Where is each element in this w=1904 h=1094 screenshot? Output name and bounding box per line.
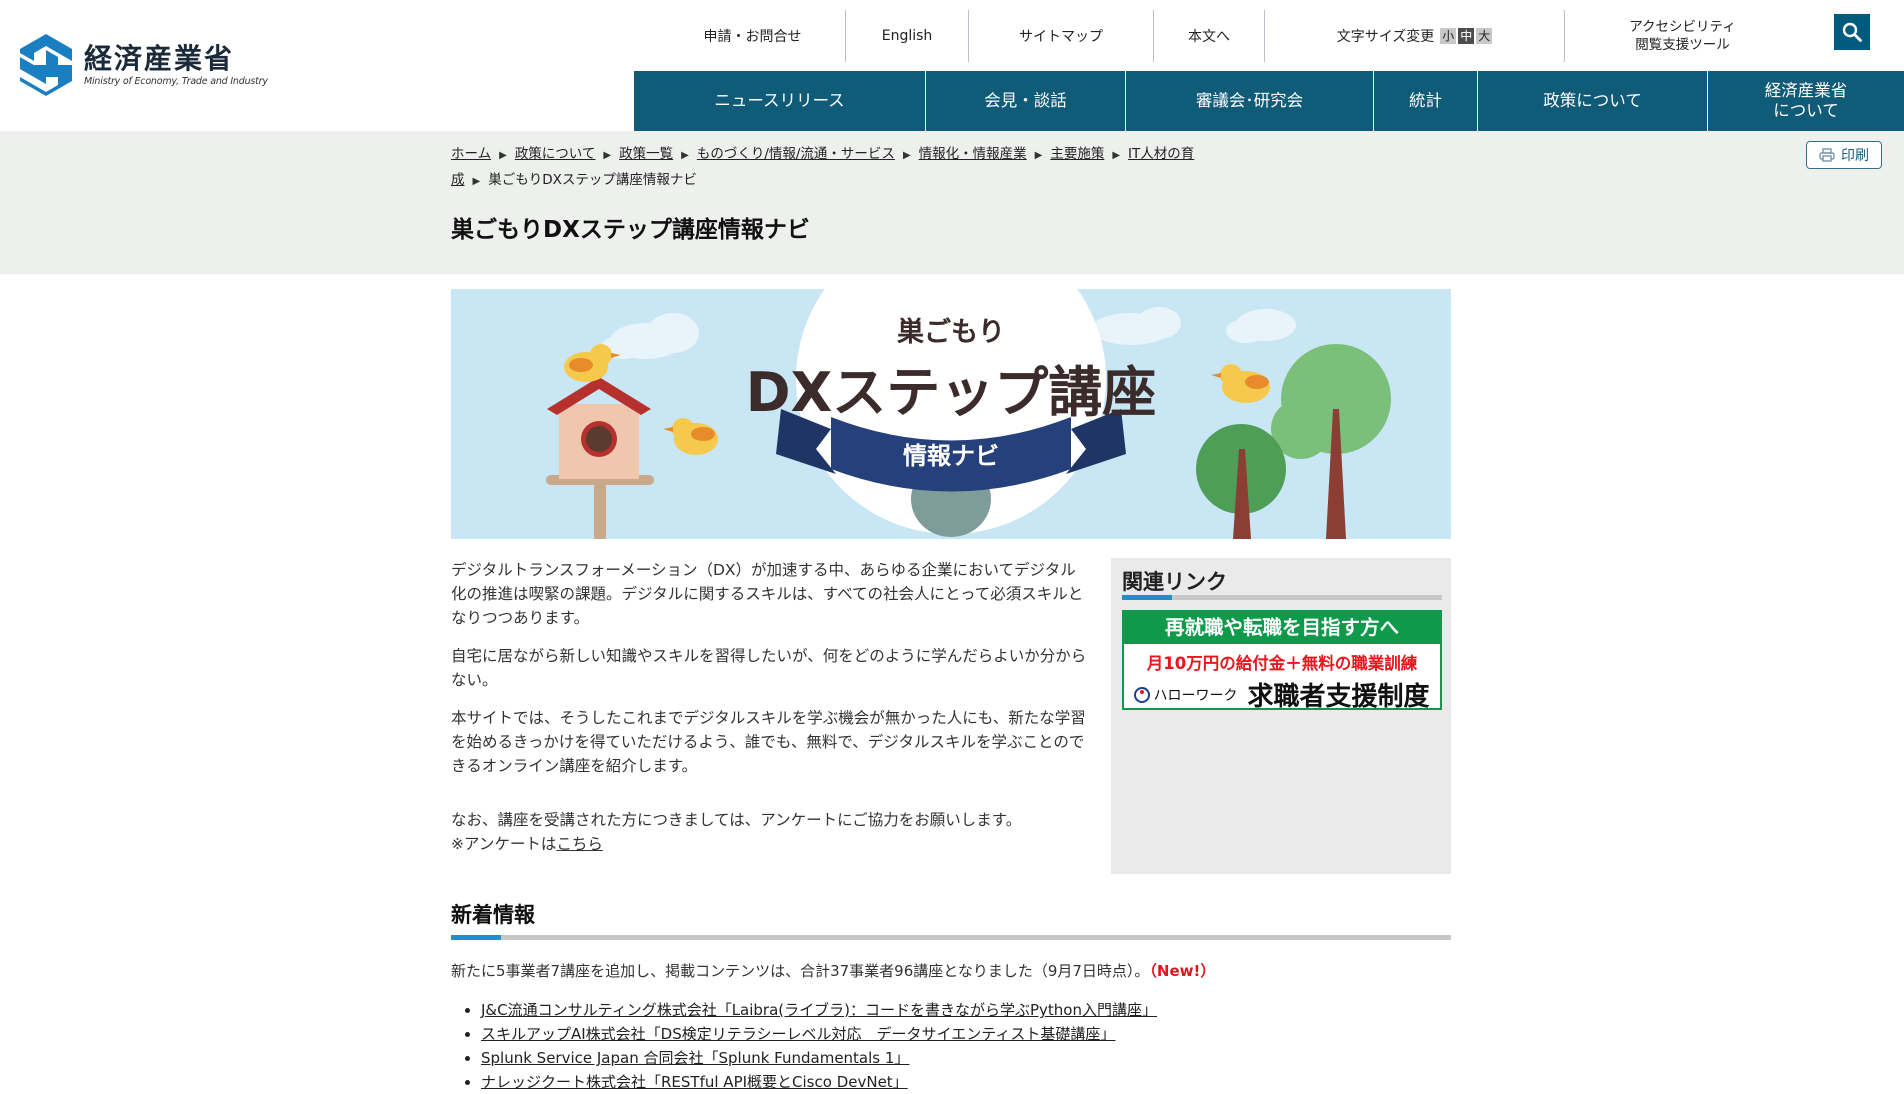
breadcrumb-separator-icon: ▶ bbox=[681, 150, 689, 161]
print-label: 印刷 bbox=[1841, 148, 1869, 164]
page-title: 巣ごもりDXステップ講座情報ナビ bbox=[451, 217, 810, 243]
news-item-link[interactable]: ナレッジクート株式会社「RESTful API概要とCisco DevNet」 bbox=[481, 1073, 908, 1091]
font-size-small-button[interactable]: 小 bbox=[1440, 28, 1457, 44]
news-summary: 新たに5事業者7講座を追加し、掲載コンテンツは、合計37事業者96講座となりまし… bbox=[451, 960, 1215, 981]
news-item-link[interactable]: J&C流通コンサルティング株式会社「Laibra(ライブラ)：コードを書きながら… bbox=[481, 1001, 1157, 1019]
breadcrumb-policy-list[interactable]: 政策一覧 bbox=[619, 146, 673, 162]
breadcrumb: ホーム ▶ 政策について ▶ 政策一覧 ▶ ものづくり/情報/流通・サービス ▶ 情報化・情報産… bbox=[451, 142, 1241, 194]
accessibility-tool-link[interactable]: アクセシビリティ 閲覧支援ツール bbox=[1565, 10, 1800, 62]
breadcrumb-informatization[interactable]: 情報化・情報産業 bbox=[919, 146, 1027, 162]
meti-logo-icon bbox=[20, 34, 72, 96]
font-size-label: 文字サイズ変更 bbox=[1336, 29, 1435, 45]
intro-paragraph: 自宅に居ながら新しい知識やスキルを習得したいが、何をどのように学んだらよいか分か… bbox=[451, 647, 1087, 689]
related-links-rule bbox=[1122, 595, 1442, 600]
news-summary-text: 新たに5事業者7講座を追加し、掲載コンテンツは、合計37事業者96講座となりまし… bbox=[451, 962, 1150, 980]
breadcrumb-policy[interactable]: 政策について bbox=[515, 146, 596, 162]
news-section-rule bbox=[451, 935, 1451, 940]
news-item-link[interactable]: スキルアップAI株式会社「DS検定リテラシーレベル対応 データサイエンティスト基… bbox=[481, 1025, 1115, 1043]
breadcrumb-separator-icon: ▶ bbox=[902, 150, 911, 161]
font-size-large-button[interactable]: 大 bbox=[1476, 28, 1493, 44]
banner-ribbon-text: 情報ナビ bbox=[903, 442, 999, 470]
banner-main-text: DXステップ講座 bbox=[746, 361, 1156, 424]
util-sitemap-link[interactable]: サイトマップ bbox=[969, 10, 1154, 62]
search-icon bbox=[1842, 22, 1862, 42]
hellowork-ad-program: 求職者支援制度 bbox=[1247, 682, 1430, 712]
gnav-news-release[interactable]: ニュースリリース bbox=[634, 71, 926, 131]
utility-nav: 申請・お問合せ English サイトマップ 本文へ 文字サイズ変更 小 中 大… bbox=[660, 10, 1800, 62]
hellowork-ad-benefit: 月10万円の給付金＋無料の職業訓練 bbox=[1146, 654, 1418, 673]
breadcrumb-separator-icon: ▶ bbox=[603, 150, 612, 161]
gnav-press-conference[interactable]: 会見・談話 bbox=[926, 71, 1126, 131]
gnav-about-line2: について bbox=[1773, 101, 1839, 120]
breadcrumb-main-measures[interactable]: 主要施策 bbox=[1050, 146, 1104, 162]
news-list-item: J&C流通コンサルティング株式会社「Laibra(ライブラ)：コードを書きながら… bbox=[481, 998, 1157, 1022]
news-list-item: スキルアップAI株式会社「DS検定リテラシーレベル対応 データサイエンティスト基… bbox=[481, 1022, 1157, 1046]
breadcrumb-it-talent[interactable]: IT人材の育 bbox=[1128, 146, 1194, 162]
breadcrumb-home[interactable]: ホーム bbox=[451, 146, 491, 162]
logo-name-ja: 経済産業省 bbox=[84, 41, 235, 75]
gnav-councils[interactable]: 審議会･研究会 bbox=[1126, 71, 1374, 131]
hellowork-ad-banner[interactable]: 再就職や転職を目指す方へ 月10万円の給付金＋無料の職業訓練 ハローワーク 求職… bbox=[1122, 610, 1442, 712]
breadcrumb-separator-icon: ▶ bbox=[499, 150, 507, 161]
survey-text: なお、講座を受講された方につきましては、アンケートにご協力をお願いします。 bbox=[451, 811, 1022, 829]
accessibility-line2: 閲覧支援ツール bbox=[1635, 37, 1730, 53]
printer-icon bbox=[1819, 148, 1835, 162]
breadcrumb-separator-icon: ▶ bbox=[1034, 150, 1043, 161]
gnav-about-line1: 経済産業省 bbox=[1764, 81, 1848, 100]
print-button[interactable]: 印刷 bbox=[1806, 141, 1882, 169]
font-size-medium-button[interactable]: 中 bbox=[1458, 28, 1475, 44]
hellowork-logo: ハローワーク bbox=[1134, 685, 1237, 705]
related-links-title: 関連リンク bbox=[1122, 570, 1227, 594]
gnav-about-meti[interactable]: 経済産業省 について bbox=[1708, 71, 1904, 131]
intro-section: デジタルトランスフォーメーション（DX）が加速する中、あらゆる企業においてデジタ… bbox=[451, 558, 1091, 856]
survey-link[interactable]: こちら bbox=[556, 835, 603, 853]
banner-top-text: 巣ごもり bbox=[896, 316, 1005, 348]
breadcrumb-separator-icon: ▶ bbox=[1112, 150, 1121, 161]
breadcrumb-separator-icon: ▶ bbox=[472, 176, 481, 187]
breadcrumb-current: 巣ごもりDXステップ講座情報ナビ bbox=[488, 172, 697, 188]
breadcrumb-monozukuri[interactable]: ものづくり/情報/流通・サービス bbox=[697, 146, 895, 162]
gnav-statistics[interactable]: 統計 bbox=[1374, 71, 1478, 131]
breadcrumb-it-talent-cont[interactable]: 成 bbox=[451, 172, 465, 188]
gnav-policy[interactable]: 政策について bbox=[1478, 71, 1708, 131]
intro-paragraph: デジタルトランスフォーメーション（DX）が加速する中、あらゆる企業においてデジタ… bbox=[451, 561, 1084, 627]
font-size-switcher: 文字サイズ変更 小 中 大 bbox=[1265, 10, 1565, 62]
util-english-link[interactable]: English bbox=[846, 10, 969, 62]
accessibility-line1: アクセシビリティ bbox=[1629, 19, 1736, 35]
survey-prefix: ※アンケートは bbox=[451, 835, 557, 853]
news-item-link[interactable]: Splunk Service Japan 合同会社「Splunk Fundame… bbox=[481, 1049, 909, 1067]
banner-illustration: 巣ごもり DXステップ講座 情報ナビ bbox=[451, 289, 1451, 539]
logo-name-en: Ministry of Economy, Trade and Industry bbox=[84, 75, 268, 87]
hero-banner: 巣ごもり DXステップ講座 情報ナビ bbox=[451, 289, 1451, 539]
meti-logo[interactable]: 経済産業省 Ministry of Economy, Trade and Ind… bbox=[18, 34, 268, 96]
intro-paragraph: 本サイトでは、そうしたこれまでデジタルスキルを学ぶ機会が無かった人にも、新たな学… bbox=[451, 709, 1086, 775]
site-header: 経済産業省 Ministry of Economy, Trade and Ind… bbox=[0, 0, 1904, 131]
search-button[interactable] bbox=[1834, 14, 1870, 50]
hellowork-label: ハローワーク bbox=[1153, 687, 1238, 704]
util-skip-to-content-link[interactable]: 本文へ bbox=[1154, 10, 1265, 62]
news-list-item: ナレッジクート株式会社「RESTful API概要とCisco DevNet」 bbox=[481, 1070, 1157, 1094]
related-links-sidebar: 関連リンク 再就職や転職を目指す方へ 月10万円の給付金＋無料の職業訓練 ハロー… bbox=[1111, 558, 1451, 874]
util-inquiry-link[interactable]: 申請・お問合せ bbox=[660, 10, 846, 62]
news-list-item: Splunk Service Japan 合同会社「Splunk Fundame… bbox=[481, 1046, 1157, 1070]
new-badge: （New!） bbox=[1149, 962, 1216, 980]
news-section-title: 新着情報 bbox=[451, 903, 535, 927]
global-nav: ニュースリリース 会見・談話 審議会･研究会 統計 政策について 経済産業省 に… bbox=[634, 71, 1904, 131]
hellowork-mark-icon bbox=[1134, 686, 1151, 703]
hellowork-ad-top: 再就職や転職を目指す方へ bbox=[1124, 612, 1440, 644]
